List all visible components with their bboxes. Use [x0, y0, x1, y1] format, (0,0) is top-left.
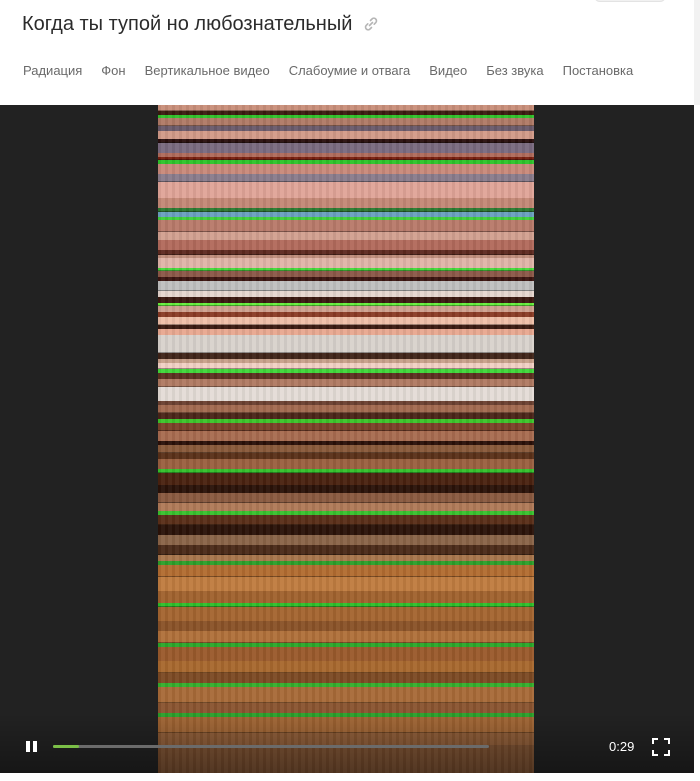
page-bottom [0, 773, 700, 781]
tag-list: Радиация Фон Вертикальное видео Слабоуми… [23, 63, 652, 79]
link-icon[interactable] [362, 15, 380, 33]
tag-video[interactable]: Видео [429, 63, 467, 79]
tag-radiation[interactable]: Радиация [23, 63, 82, 79]
page-edge [694, 0, 700, 105]
tag-dementia-and-courage[interactable]: Слабоумие и отвага [289, 63, 411, 79]
tag-no-sound[interactable]: Без звука [486, 63, 543, 79]
post-title[interactable]: Когда ты тупой но любознательный [22, 11, 352, 37]
video-frame[interactable] [158, 105, 534, 773]
tag-background[interactable]: Фон [101, 63, 125, 79]
progress-bar[interactable] [53, 745, 489, 748]
tag-vertical-video[interactable]: Вертикальное видео [145, 63, 270, 79]
pause-icon-bar [33, 741, 37, 752]
pause-button[interactable] [24, 739, 40, 755]
tag-staged[interactable]: Постановка [563, 63, 634, 79]
fullscreen-button[interactable] [652, 738, 670, 756]
video-player[interactable]: 0:29 [0, 105, 694, 773]
duration-label: 0:29 [609, 739, 635, 754]
fullscreen-icon [652, 738, 670, 756]
progress-fill [53, 745, 80, 748]
controls-overlay [0, 713, 694, 773]
title-row: Когда ты тупой но любознательный [22, 11, 380, 37]
video-artifact-texture [158, 105, 534, 773]
header-button-partial[interactable] [594, 0, 666, 2]
post-header: Когда ты тупой но любознательный Радиаци… [0, 0, 694, 105]
pause-icon [26, 741, 30, 752]
